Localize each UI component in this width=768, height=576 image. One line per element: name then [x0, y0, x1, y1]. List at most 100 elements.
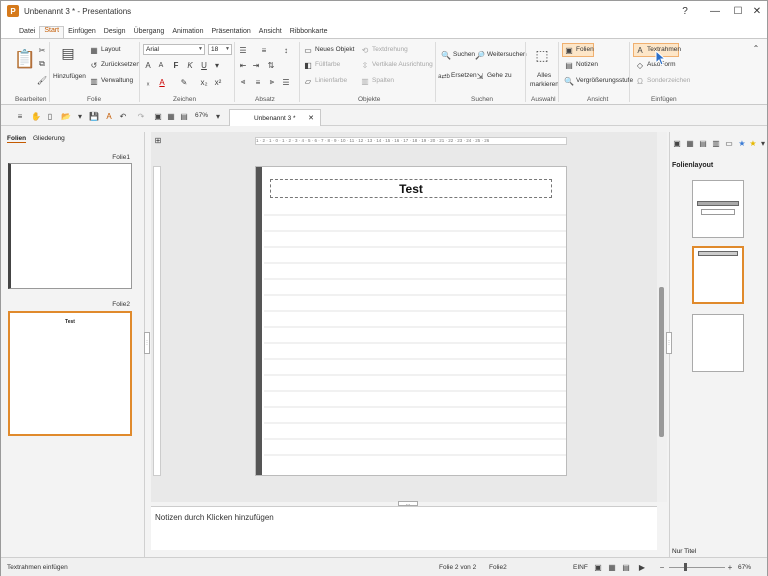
- select-all-label-1[interactable]: Alles: [537, 72, 551, 79]
- select-all-icon[interactable]: ⬚: [534, 45, 550, 65]
- zoom-slider[interactable]: [669, 567, 725, 568]
- line-color-button[interactable]: Linienfarbe: [315, 77, 347, 84]
- zoom-level-button[interactable]: Vergrößerungsstufe: [576, 77, 633, 84]
- close-tab-icon[interactable]: ✕: [308, 114, 314, 122]
- columns-button[interactable]: Spalten: [372, 77, 394, 84]
- horizontal-ruler[interactable]: 1 · 2 · 1 · 0 · 1 · 2 · 3 · 4 · 5 · 6 · …: [255, 137, 567, 145]
- hand-icon[interactable]: ✋: [31, 111, 41, 121]
- help-button[interactable]: ?: [671, 1, 699, 21]
- menu-ansicht[interactable]: Ansicht: [255, 28, 286, 38]
- document-tab[interactable]: Unbenannt 3 * ✕: [229, 109, 321, 126]
- view-icon[interactable]: ▤: [179, 111, 189, 121]
- copy-icon[interactable]: ⧉: [37, 59, 47, 69]
- slide-canvas[interactable]: Test: [255, 166, 567, 476]
- justify-icon[interactable]: ☰: [281, 77, 291, 87]
- panel-menu-icon[interactable]: ▾: [758, 138, 768, 148]
- decrease-indent-icon[interactable]: ⇤: [238, 60, 248, 70]
- right-panel-splitter[interactable]: ⋮: [666, 332, 672, 354]
- bullet-list-icon[interactable]: ☰: [238, 45, 248, 55]
- align-center-icon[interactable]: ≡: [253, 77, 263, 87]
- manage-button[interactable]: Verwaltung: [101, 77, 133, 84]
- menu-datei[interactable]: Datei: [15, 28, 39, 38]
- present-icon[interactable]: ▦: [166, 111, 176, 121]
- notes-page-icon[interactable]: ▤: [621, 562, 631, 572]
- menu-uebergang[interactable]: Übergang: [130, 28, 169, 38]
- menu-start[interactable]: Start: [39, 26, 65, 38]
- line-spacing-icon[interactable]: ↕: [281, 45, 291, 55]
- menu-icon[interactable]: ≡: [15, 111, 25, 121]
- notes-view-button[interactable]: Notizen: [576, 61, 598, 68]
- add-slide-icon[interactable]: ▤: [59, 43, 77, 63]
- new-object-button[interactable]: Neues Objekt: [315, 46, 354, 53]
- menu-animation[interactable]: Animation: [168, 28, 207, 38]
- open-options-icon[interactable]: ▾: [75, 111, 85, 121]
- zoom-slider-handle[interactable]: [684, 563, 687, 571]
- menu-design[interactable]: Design: [100, 28, 130, 38]
- panel-icon-2[interactable]: ▦: [685, 138, 695, 148]
- slide-thumbnail-2[interactable]: Test: [8, 311, 132, 436]
- insert-special-char-button[interactable]: Sonderzeichen: [647, 77, 690, 84]
- strikethrough-icon[interactable]: ₓ: [143, 77, 153, 87]
- shrink-font-icon[interactable]: A: [156, 60, 166, 70]
- add-slide-button[interactable]: Hinzufügen: [53, 73, 86, 80]
- undo-icon[interactable]: ↶: [118, 111, 128, 121]
- slide-title-placeholder[interactable]: Test: [270, 179, 552, 198]
- tab-gliederung[interactable]: Gliederung: [33, 135, 65, 142]
- star-yellow-icon[interactable]: ★: [748, 138, 758, 148]
- italic-icon[interactable]: K: [185, 60, 195, 70]
- zoom-out-icon[interactable]: −: [657, 562, 667, 572]
- sort-icon[interactable]: ⇅: [266, 60, 276, 70]
- fill-color-button[interactable]: Füllfarbe: [315, 61, 340, 68]
- vertical-align-button[interactable]: Vertikale Ausrichtung: [372, 61, 433, 68]
- scrollbar-thumb[interactable]: [659, 287, 664, 437]
- font-color-icon[interactable]: A: [157, 77, 167, 87]
- reset-button[interactable]: Zurücksetzen: [101, 61, 140, 68]
- zoom-level-display[interactable]: 67%: [195, 112, 208, 119]
- slideshow-start-icon[interactable]: ▶: [637, 562, 647, 572]
- panel-icon-5[interactable]: ▭: [724, 138, 734, 148]
- panel-icon-3[interactable]: ▤: [698, 138, 708, 148]
- slide-thumbnail-1[interactable]: [8, 163, 132, 289]
- slides-view-button[interactable]: Folien: [576, 46, 594, 53]
- zoom-in-icon[interactable]: +: [725, 562, 735, 572]
- slide-sorter-icon[interactable]: ▦: [607, 562, 617, 572]
- highlight-icon[interactable]: ✎: [179, 77, 189, 87]
- layout-title-content[interactable]: [692, 180, 744, 238]
- menu-einfuegen[interactable]: Einfügen: [64, 28, 100, 38]
- goto-button[interactable]: Gehe zu: [487, 72, 512, 79]
- new-document-icon[interactable]: ▯: [45, 111, 55, 121]
- layout-blank[interactable]: [692, 314, 744, 372]
- panel-splitter[interactable]: ⋮: [144, 332, 150, 354]
- format-painter-icon[interactable]: 🖌: [37, 75, 47, 85]
- normal-view-icon[interactable]: ▣: [593, 562, 603, 572]
- text-rotation-button[interactable]: Textdrehung: [372, 46, 408, 53]
- open-folder-icon[interactable]: 📂: [61, 111, 71, 121]
- menu-praesentation[interactable]: Präsentation: [207, 28, 254, 38]
- layout-title-only[interactable]: [692, 246, 744, 304]
- tab-folien[interactable]: Folien: [7, 135, 27, 143]
- increase-indent-icon[interactable]: ⇥: [251, 60, 261, 70]
- font-family-select[interactable]: Arial ▼: [143, 44, 205, 55]
- grow-font-icon[interactable]: A: [143, 60, 153, 70]
- vertical-ruler[interactable]: [153, 166, 161, 476]
- replace-button[interactable]: Ersetzen: [451, 72, 477, 79]
- panel-icon-1[interactable]: ▣: [672, 138, 682, 148]
- cut-icon[interactable]: ✂: [37, 45, 47, 55]
- underline-icon[interactable]: U: [199, 60, 209, 70]
- redo-icon[interactable]: ↷: [136, 111, 146, 121]
- editor-vertical-scrollbar[interactable]: [657, 132, 667, 502]
- close-button[interactable]: ✕: [743, 1, 768, 21]
- bold-icon[interactable]: F: [171, 60, 181, 70]
- menu-ribbonkarte[interactable]: Ribbonkarte: [286, 28, 332, 38]
- numbered-list-icon[interactable]: ≡: [259, 45, 269, 55]
- subscript-icon[interactable]: x₂: [199, 77, 209, 87]
- panel-icon-4[interactable]: ▥: [711, 138, 721, 148]
- star-blue-icon[interactable]: ★: [737, 138, 747, 148]
- notes-area[interactable]: Notizen durch Klicken hinzufügen: [151, 506, 657, 550]
- select-all-label-2[interactable]: markieren: [530, 81, 559, 88]
- search-button[interactable]: Suchen: [453, 51, 475, 58]
- layout-button[interactable]: Layout: [101, 46, 121, 53]
- font-size-select[interactable]: 18 ▼: [208, 44, 232, 55]
- align-right-icon[interactable]: ⫸: [267, 77, 277, 87]
- collapse-ribbon-icon[interactable]: ⌃: [751, 43, 761, 53]
